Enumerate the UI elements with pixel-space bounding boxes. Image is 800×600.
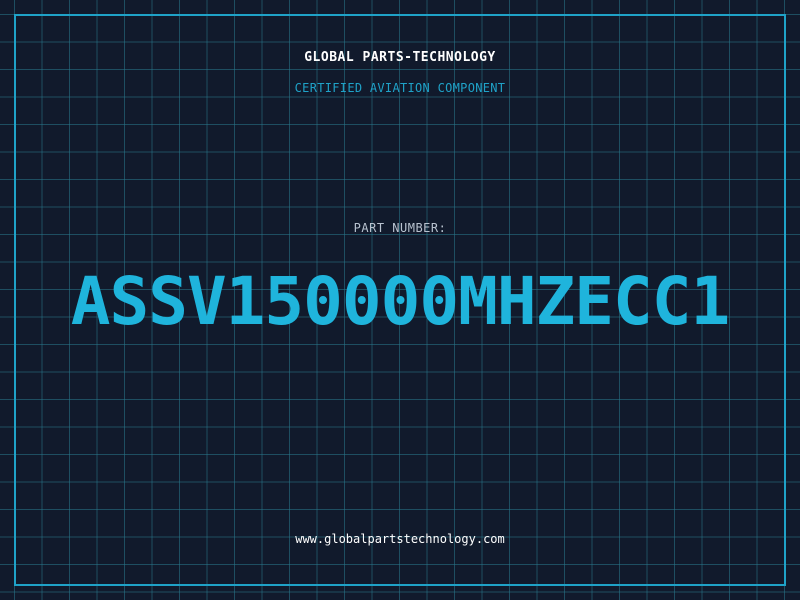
part-number-value: ASSV150000MHZECC1 <box>70 263 731 340</box>
company-name: GLOBAL PARTS-TECHNOLOGY <box>304 50 496 65</box>
website-url[interactable]: www.globalpartstechnology.com <box>0 532 800 546</box>
certification-subtitle: CERTIFIED AVIATION COMPONENT <box>294 81 506 95</box>
part-number-label: PART NUMBER: <box>353 221 447 235</box>
part-label-card: GLOBAL PARTS-TECHNOLOGY CERTIFIED AVIATI… <box>0 0 800 600</box>
